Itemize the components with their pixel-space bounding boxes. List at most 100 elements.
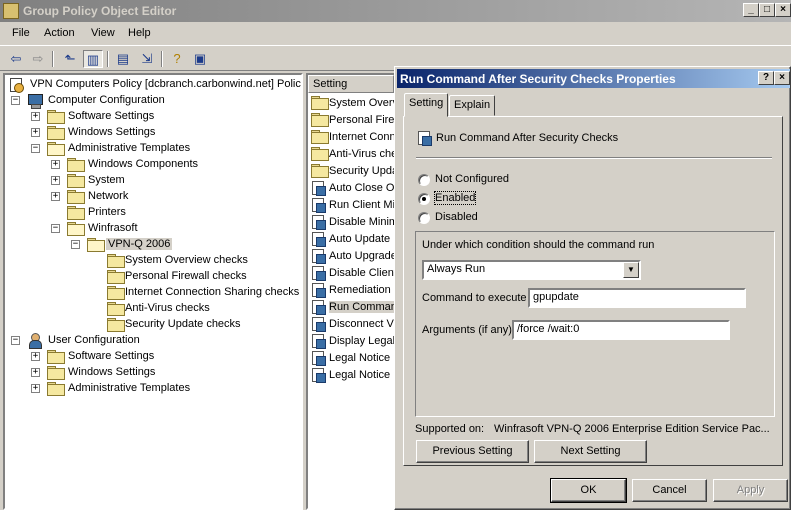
folder-icon bbox=[47, 110, 65, 124]
list-item-label: Security Upda bbox=[329, 165, 396, 177]
tree-label: Windows Settings bbox=[68, 366, 156, 378]
policy-setting-icon bbox=[417, 131, 432, 146]
chevron-down-icon[interactable]: ▼ bbox=[623, 262, 639, 278]
folder-icon bbox=[311, 147, 329, 161]
list-item-label: Remediation bbox=[329, 284, 391, 296]
expand-icon[interactable]: + bbox=[31, 128, 40, 137]
collapse-icon[interactable]: − bbox=[71, 240, 80, 249]
folder-icon bbox=[67, 190, 85, 204]
list-item-label: Legal Notice r bbox=[329, 352, 396, 364]
tab-setting[interactable]: Setting bbox=[404, 93, 449, 117]
show-hide-action-pane-icon[interactable]: ▣ bbox=[190, 50, 210, 68]
list-item-label: Legal Notice r bbox=[329, 369, 396, 381]
settings-list-pane[interactable]: Setting System Overv Personal Fire Inter… bbox=[306, 73, 396, 510]
help-icon[interactable]: ? bbox=[167, 50, 187, 68]
dialog-close-button[interactable]: × bbox=[774, 71, 790, 85]
policy-setting-icon bbox=[311, 266, 326, 281]
policy-name: Run Command After Security Checks bbox=[436, 132, 619, 144]
policy-setting-icon bbox=[311, 368, 326, 383]
up-one-level-icon[interactable]: ⬑ bbox=[60, 50, 80, 68]
cancel-button[interactable]: Cancel bbox=[632, 479, 707, 502]
tree-label: Network bbox=[88, 190, 129, 202]
radio-enabled[interactable] bbox=[418, 193, 430, 205]
help-button[interactable]: ? bbox=[758, 71, 774, 85]
expand-icon[interactable]: + bbox=[31, 368, 40, 377]
expand-icon[interactable]: + bbox=[51, 160, 60, 169]
folder-open-icon bbox=[47, 142, 65, 156]
expand-icon[interactable]: + bbox=[31, 384, 40, 393]
condition-dropdown[interactable]: Always Run ▼ bbox=[422, 260, 641, 280]
radio-not-configured[interactable] bbox=[418, 174, 430, 186]
policy-setting-icon bbox=[311, 283, 326, 298]
policy-setting-icon bbox=[311, 317, 326, 332]
list-item-label: Auto Close O bbox=[329, 182, 395, 194]
list-item-label: Auto Update bbox=[329, 233, 391, 245]
maximize-button[interactable]: □ bbox=[759, 3, 775, 17]
setting-tab-panel: Run Command After Security Checks Not Co… bbox=[403, 116, 783, 466]
apply-button[interactable]: Apply bbox=[713, 479, 788, 502]
list-item-label: System Overv bbox=[329, 97, 396, 109]
tree-pane[interactable]: VPN Computers Policy [dcbranch.carbonwin… bbox=[3, 73, 303, 510]
computer-icon bbox=[27, 93, 43, 109]
policy-setting-icon bbox=[311, 351, 326, 366]
tree-label: Computer Configuration bbox=[48, 94, 165, 106]
expand-icon[interactable]: + bbox=[31, 112, 40, 121]
menu-file[interactable]: File bbox=[12, 27, 30, 39]
ok-button[interactable]: OK bbox=[550, 478, 627, 503]
policy-setting-icon bbox=[311, 300, 326, 315]
close-button[interactable]: × bbox=[775, 3, 791, 17]
column-header-setting[interactable]: Setting bbox=[308, 75, 394, 93]
list-item-label: Disable Minim bbox=[329, 216, 396, 228]
tree-label: User Configuration bbox=[48, 334, 140, 346]
next-setting-button[interactable]: Next Setting bbox=[534, 440, 647, 463]
command-value: gpupdate bbox=[533, 291, 579, 303]
folder-icon bbox=[47, 126, 65, 140]
policy-setting-icon bbox=[311, 215, 326, 230]
collapse-icon[interactable]: − bbox=[31, 144, 40, 153]
tree-label: Administrative Templates bbox=[68, 382, 191, 394]
tree-label: Software Settings bbox=[68, 110, 155, 122]
expand-icon[interactable]: + bbox=[51, 192, 60, 201]
forward-arrow-icon[interactable]: ⇨ bbox=[28, 50, 48, 68]
expand-icon[interactable]: + bbox=[31, 352, 40, 361]
folder-open-icon bbox=[67, 222, 85, 236]
menu-action[interactable]: Action bbox=[44, 27, 75, 39]
command-input[interactable]: gpupdate bbox=[528, 288, 746, 308]
menu-view[interactable]: View bbox=[91, 27, 115, 39]
policy-setting-icon bbox=[311, 249, 326, 264]
folder-icon bbox=[107, 254, 125, 268]
policy-setting-icon bbox=[311, 198, 326, 213]
previous-setting-button[interactable]: Previous Setting bbox=[416, 440, 529, 463]
expand-icon[interactable]: + bbox=[51, 176, 60, 185]
tree-label: Software Settings bbox=[68, 350, 155, 362]
radio-enabled-label[interactable]: Enabled bbox=[433, 191, 477, 205]
tree-label: System Overview checks bbox=[125, 254, 248, 266]
policy-setting-icon bbox=[311, 181, 326, 196]
collapse-icon[interactable]: − bbox=[11, 96, 20, 105]
arguments-value: /force /wait:0 bbox=[517, 323, 580, 335]
toolbar-separator bbox=[161, 51, 163, 67]
collapse-icon[interactable]: − bbox=[11, 336, 20, 345]
policy-setting-icon bbox=[311, 334, 326, 349]
radio-disabled-label[interactable]: Disabled bbox=[435, 211, 478, 223]
radio-not-configured-label[interactable]: Not Configured bbox=[435, 173, 509, 185]
dialog-title: Run Command After Security Checks Proper… bbox=[400, 72, 676, 86]
tab-explain[interactable]: Explain bbox=[449, 95, 496, 116]
back-arrow-icon[interactable]: ⇦ bbox=[6, 50, 26, 68]
export-list-icon[interactable]: ⇲ bbox=[137, 50, 157, 68]
list-item-label: Run Comman bbox=[329, 301, 396, 313]
show-hide-tree-icon[interactable]: ▥ bbox=[83, 50, 103, 68]
menu-help[interactable]: Help bbox=[128, 27, 151, 39]
folder-open-icon bbox=[87, 238, 105, 252]
arguments-input[interactable]: /force /wait:0 bbox=[512, 320, 730, 340]
folder-icon bbox=[47, 350, 65, 364]
folder-icon bbox=[311, 113, 329, 127]
tree-label: Printers bbox=[88, 206, 126, 218]
list-item-label: Anti-Virus che bbox=[329, 148, 396, 160]
toolbar-separator bbox=[52, 51, 54, 67]
command-label: Command to execute bbox=[422, 292, 527, 304]
properties-icon[interactable]: ▤ bbox=[113, 50, 133, 68]
minimize-button[interactable]: _ bbox=[743, 3, 759, 17]
radio-disabled[interactable] bbox=[418, 212, 430, 224]
collapse-icon[interactable]: − bbox=[51, 224, 60, 233]
